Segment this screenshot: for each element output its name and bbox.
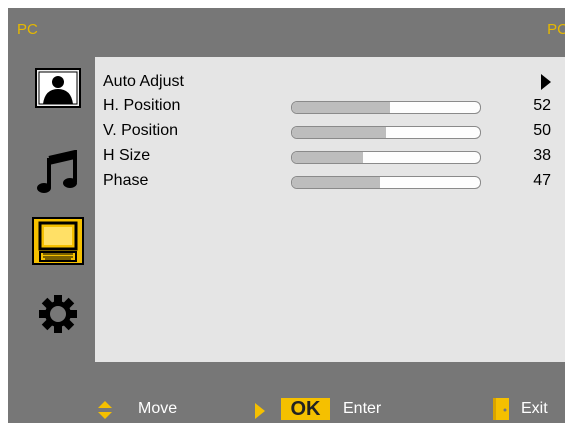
phase-slider[interactable] — [291, 176, 481, 189]
arrow-right-icon — [255, 403, 265, 419]
menu-title-right: PC — [547, 21, 565, 38]
exit-door-icon[interactable] — [493, 398, 511, 420]
slider-fill — [292, 127, 386, 138]
h-size-value: 38 — [533, 147, 551, 164]
slider-fill — [292, 102, 390, 113]
exit-label: Exit — [521, 400, 548, 417]
h-size-label: H Size — [103, 147, 151, 164]
menu-row-h-position[interactable]: H. Position 52 — [95, 95, 565, 117]
auto-adjust-label: Auto Adjust — [103, 73, 184, 90]
up-down-arrow-icon — [98, 401, 112, 419]
menu-panel: Auto Adjust H. Position 52 V. Position 5… — [95, 57, 565, 362]
osd-screen: PC PC Auto Adjust H. Position 52 V. Posi… — [8, 8, 565, 423]
h-position-slider[interactable] — [291, 101, 481, 114]
arrow-right-icon — [541, 74, 551, 90]
menu-row-h-size[interactable]: H Size 38 — [95, 145, 565, 167]
v-position-slider[interactable] — [291, 126, 481, 139]
h-position-label: H. Position — [103, 97, 181, 114]
v-position-label: V. Position — [103, 122, 179, 139]
slider-fill — [292, 152, 364, 163]
menu-row-auto-adjust[interactable]: Auto Adjust — [95, 71, 565, 93]
menu-title-left: PC — [17, 21, 38, 38]
monitor-keyboard-icon[interactable] — [32, 217, 84, 265]
h-size-slider[interactable] — [291, 151, 481, 164]
h-position-value: 52 — [533, 97, 551, 114]
ok-button[interactable]: OK — [281, 398, 330, 420]
picture-icon[interactable] — [32, 66, 84, 110]
phase-value: 47 — [533, 172, 551, 189]
music-note-icon[interactable] — [32, 150, 84, 194]
slider-fill — [292, 177, 381, 188]
menu-row-phase[interactable]: Phase 47 — [95, 170, 565, 192]
move-label: Move — [138, 400, 178, 417]
phase-label: Phase — [103, 172, 149, 189]
menu-row-v-position[interactable]: V. Position 50 — [95, 120, 565, 142]
gear-icon[interactable] — [32, 292, 84, 336]
enter-label: Enter — [343, 400, 382, 417]
v-position-value: 50 — [533, 122, 551, 139]
